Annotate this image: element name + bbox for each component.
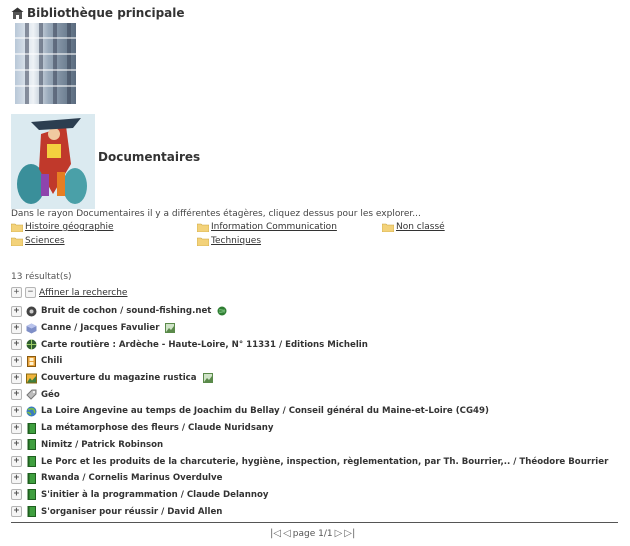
folder-icon (382, 223, 394, 232)
book-icon (27, 489, 36, 501)
expand-icon[interactable]: + (11, 405, 22, 417)
expand-icon[interactable]: + (11, 355, 22, 367)
category-label: Sciences (25, 236, 65, 246)
periodical-icon (26, 389, 37, 400)
divider (11, 522, 618, 523)
folder-icon (197, 223, 209, 232)
result-title: Bruit de cochon / sound-fishing.net (41, 306, 212, 317)
map-icon (26, 339, 37, 350)
result-title: Géo (41, 389, 60, 400)
category-label: Information Communication (211, 222, 337, 232)
refine-search-link[interactable]: Affiner la recherche (39, 288, 127, 298)
image-icon (165, 323, 176, 334)
category-label: Non classé (396, 222, 445, 232)
results-count: 13 résultat(s) (11, 272, 72, 282)
result-title: La métamorphose des fleurs / Claude Nuri… (41, 423, 274, 434)
expand-icon[interactable]: + (11, 339, 22, 351)
result-item[interactable]: + Canne / Jacques Favulier (11, 320, 608, 337)
next-page-icon[interactable]: ▷ (335, 528, 343, 539)
category-histoire-geographie[interactable]: Histoire géographie (11, 222, 114, 232)
result-item[interactable]: + La métamorphose des fleurs / Claude Nu… (11, 420, 608, 437)
result-title: La Loire Angevine au temps de Joachim du… (41, 406, 489, 417)
result-title: Rwanda / Cornelis Marinus Overdulve (41, 473, 223, 484)
expand-icon[interactable]: + (11, 372, 22, 384)
result-item[interactable]: + S'organiser pour réussir / David Allen (11, 503, 608, 520)
expand-icon[interactable]: + (11, 305, 22, 317)
web-icon (217, 306, 227, 316)
expand-icon[interactable]: + (11, 506, 22, 518)
globe-icon (26, 406, 37, 417)
book-icon (27, 439, 36, 451)
result-item[interactable]: + Bruit de cochon / sound-fishing.net (11, 303, 608, 320)
expand-icon[interactable]: + (11, 456, 22, 468)
result-title: Chili (41, 356, 63, 367)
result-item[interactable]: + Nimitz / Patrick Robinson (11, 437, 608, 454)
result-title: Nimitz / Patrick Robinson (41, 439, 164, 450)
category-label: Histoire géographie (25, 222, 114, 232)
result-item[interactable]: + Couverture du magazine rustica (11, 370, 608, 387)
previous-page-icon[interactable]: ◁ (283, 528, 291, 539)
result-title: Couverture du magazine rustica (41, 373, 197, 384)
folder-icon (11, 237, 23, 246)
shelf-illustration (11, 114, 95, 209)
book-icon (27, 422, 36, 434)
result-item[interactable]: + Géo (11, 386, 608, 403)
category-techniques[interactable]: Techniques (197, 236, 261, 246)
expand-icon[interactable]: + (11, 422, 22, 434)
category-information-communication[interactable]: Information Communication (197, 222, 337, 232)
result-title: Le Porc et les produits de la charcuteri… (41, 456, 609, 467)
result-title: S'organiser pour réussir / David Allen (41, 506, 223, 517)
expand-icon[interactable]: + (11, 439, 22, 451)
result-title: Canne / Jacques Favulier (41, 323, 160, 334)
result-item[interactable]: + Le Porc et les produits de la charcute… (11, 453, 608, 470)
expand-icon[interactable]: + (11, 389, 22, 401)
result-item[interactable]: + S'initier à la programmation / Claude … (11, 487, 608, 504)
expand-icon[interactable]: + (11, 472, 22, 484)
result-title: S'initier à la programmation / Claude De… (41, 489, 269, 500)
category-non-classe[interactable]: Non classé (382, 222, 445, 232)
category-sciences[interactable]: Sciences (11, 236, 65, 246)
audio-icon (26, 306, 37, 317)
expand-all-icon[interactable]: + (11, 287, 22, 298)
last-page-icon[interactable]: ▷| (344, 528, 355, 539)
result-item[interactable]: + La Loire Angevine au temps de Joachim … (11, 403, 608, 420)
pagination: |◁ ◁ page 1/1 ▷ ▷| (270, 528, 355, 539)
result-item[interactable]: + Chili (11, 353, 608, 370)
expand-icon[interactable]: + (11, 489, 22, 501)
book-icon (27, 506, 36, 518)
category-label: Techniques (211, 236, 262, 246)
first-page-icon[interactable]: |◁ (270, 528, 281, 539)
object-icon (26, 323, 37, 334)
shelf-title: Documentaires (98, 150, 201, 164)
film-icon (27, 355, 36, 367)
folder-icon (11, 223, 23, 232)
results-list: + Bruit de cochon / sound-fishing.net + … (11, 303, 608, 520)
result-title: Carte routière : Ardèche - Haute-Loire, … (41, 339, 368, 350)
folder-icon (197, 237, 209, 246)
book-icon (27, 456, 36, 468)
page-indicator: page 1/1 (292, 528, 333, 539)
expand-icon[interactable]: + (11, 322, 22, 334)
collapse-all-icon[interactable]: − (25, 287, 36, 298)
refine-search: + − Affiner la recherche (11, 287, 127, 298)
image-icon (202, 373, 213, 384)
shelf-description: Dans le rayon Documentaires il y a diffé… (11, 209, 421, 219)
library-header: Bibliothèque principale (11, 6, 185, 20)
library-home-icon[interactable] (11, 7, 24, 20)
library-title[interactable]: Bibliothèque principale (27, 6, 185, 20)
result-item[interactable]: + Rwanda / Cornelis Marinus Overdulve (11, 470, 608, 487)
result-item[interactable]: + Carte routière : Ardèche - Haute-Loire… (11, 336, 608, 353)
picture-icon (26, 373, 37, 384)
library-photo (15, 23, 76, 104)
book-icon (27, 472, 36, 484)
